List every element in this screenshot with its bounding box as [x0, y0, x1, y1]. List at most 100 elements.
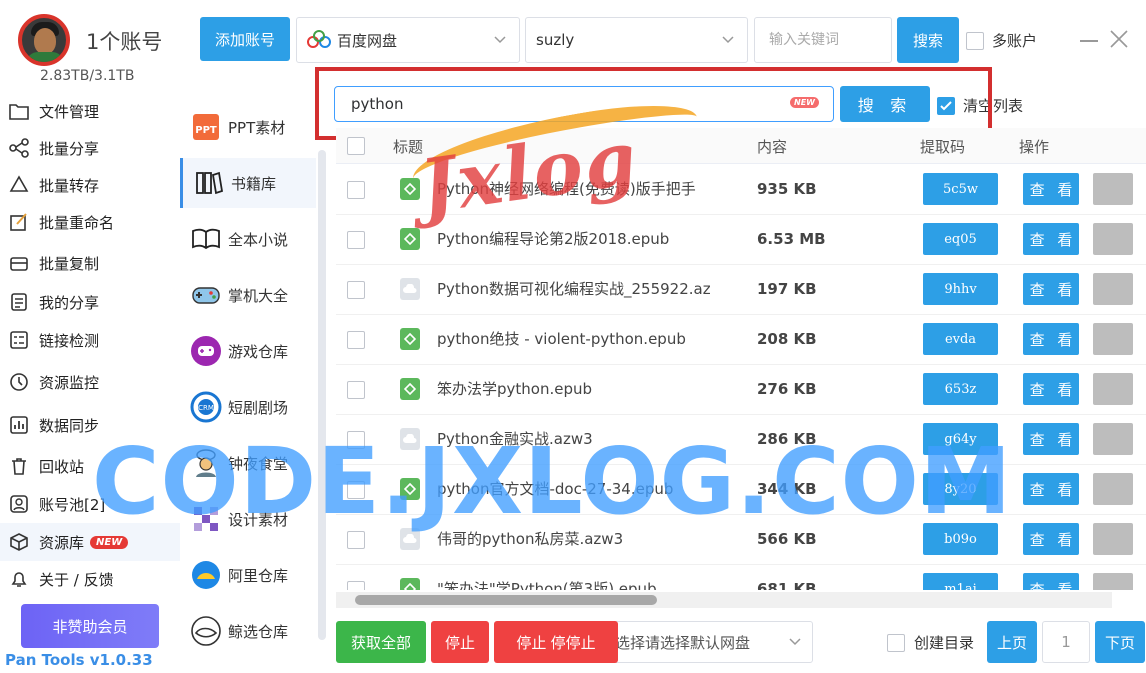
multi-account-label: 多账户	[992, 32, 1038, 50]
view-button[interactable]: 查 看	[1023, 173, 1079, 205]
table-scrollbar-thumb[interactable]	[355, 595, 657, 605]
category-books[interactable]: 书籍库	[180, 158, 316, 208]
svg-text:CRM: CRM	[198, 404, 214, 412]
sidebar-item-label: 批量转存	[39, 176, 100, 195]
vip-member-button[interactable]: 非赞助会员	[21, 604, 159, 648]
prev-page-button[interactable]: 上页	[987, 621, 1037, 663]
more-action-button[interactable]	[1093, 373, 1133, 405]
select-all-checkbox[interactable]	[347, 137, 365, 155]
sidebar-item-batch-copy[interactable]: 批量复制	[0, 244, 180, 282]
view-button[interactable]: 查 看	[1023, 373, 1079, 405]
category-game-store[interactable]: 游戏仓库	[180, 326, 316, 376]
disk-select[interactable]: 百度网盘	[296, 17, 520, 63]
extract-code[interactable]: eq05	[923, 223, 998, 255]
view-button[interactable]: 查 看	[1023, 273, 1079, 305]
row-checkbox[interactable]	[347, 181, 365, 199]
more-action-button[interactable]	[1093, 323, 1133, 355]
row-checkbox[interactable]	[347, 231, 365, 249]
extract-code[interactable]: 653z	[923, 373, 998, 405]
more-action-button[interactable]	[1093, 523, 1133, 555]
create-dir-toggle[interactable]: 创建目录	[887, 632, 974, 653]
row-checkbox[interactable]	[347, 581, 365, 590]
sidebar-item-batch-rename[interactable]: 批量重命名	[0, 203, 180, 241]
new-badge: NEW	[90, 535, 129, 549]
avatar[interactable]	[18, 14, 70, 66]
table-row[interactable]: 笨办法学python.epub 276 KB 653z 查 看	[336, 365, 1146, 415]
sidebar-item-label: 我的分享	[39, 293, 100, 312]
minimize-icon[interactable]	[1080, 40, 1098, 42]
keyword-input[interactable]	[754, 17, 892, 63]
more-action-button[interactable]	[1093, 223, 1133, 255]
table-row[interactable]: python绝技 - violent-python.epub 208 KB ev…	[336, 315, 1146, 365]
category-label: 阿里仓库	[228, 566, 289, 585]
extract-code[interactable]: m1ai	[923, 573, 998, 590]
category-novels[interactable]: 全本小说	[180, 214, 316, 264]
next-page-button[interactable]: 下页	[1095, 621, 1145, 663]
table-row[interactable]: Python数据可视化编程实战_255922.az 197 KB 9hhv 查 …	[336, 265, 1146, 315]
category-handheld[interactable]: 掌机大全	[180, 270, 316, 320]
file-size: 208 KB	[757, 330, 817, 348]
more-action-button[interactable]	[1093, 473, 1133, 505]
view-button[interactable]: 查 看	[1023, 573, 1079, 590]
extract-code[interactable]: 9hhv	[923, 273, 998, 305]
sidebar-item-resource-monitor[interactable]: 资源监控	[0, 363, 180, 401]
default-disk-placeholder: 选择请选择默认网盘	[615, 633, 751, 652]
view-button[interactable]: 查 看	[1023, 523, 1079, 555]
more-action-button[interactable]	[1093, 573, 1133, 590]
file-name: "笨办法"学Python(第3版).epub	[437, 580, 657, 590]
watermark-site: CODE.JXLOG.COM	[92, 428, 1013, 535]
sidebar-item-link-check[interactable]: 链接检测	[0, 321, 180, 359]
sidebar-item-my-share[interactable]: 我的分享	[0, 283, 180, 321]
sidebar-item-batch-transfer[interactable]: 批量转存	[0, 166, 180, 204]
category-label: 短剧剧场	[228, 398, 289, 417]
more-action-button[interactable]	[1093, 423, 1133, 455]
add-account-button[interactable]: 添加账号	[200, 17, 290, 61]
more-action-button[interactable]	[1093, 273, 1133, 305]
default-disk-select[interactable]: 选择请选择默认网盘	[612, 621, 813, 663]
multi-account-checkbox[interactable]	[966, 31, 984, 50]
sidebar-item-about-feedback[interactable]: 关于 / 反馈	[0, 560, 180, 598]
multi-account-toggle[interactable]: 多账户	[966, 30, 1037, 51]
svg-text:PPT: PPT	[195, 125, 217, 136]
category-whale[interactable]: 鲸选仓库	[180, 606, 316, 656]
epub-file-icon	[400, 578, 420, 590]
view-button[interactable]: 查 看	[1023, 473, 1079, 505]
sidebar-item-file-manage[interactable]: 文件管理	[0, 92, 180, 130]
more-action-button[interactable]	[1093, 173, 1133, 205]
row-checkbox[interactable]	[347, 381, 365, 399]
sidebar-item-label: 批量分享	[39, 139, 100, 158]
header-content: 内容	[757, 138, 788, 156]
file-name: 笨办法学python.epub	[437, 380, 593, 398]
left-sidebar: 1个账号 2.83TB/3.1TB 文件管理 批量分享 批量转存 批量重命名 批…	[0, 0, 180, 673]
view-button[interactable]: 查 看	[1023, 323, 1079, 355]
stop-button[interactable]: 停止	[431, 621, 489, 663]
resource-box-icon	[8, 531, 30, 553]
view-button[interactable]: 查 看	[1023, 223, 1079, 255]
category-scrollbar[interactable]	[318, 150, 326, 640]
table-row[interactable]: "笨办法"学Python(第3版).epub 681 KB m1ai 查 看	[336, 565, 1146, 590]
chevron-down-icon	[493, 32, 507, 50]
stop-all-button[interactable]: 停止 停停止	[494, 621, 618, 663]
cloud-file-icon	[400, 278, 420, 300]
user-select[interactable]: suzly	[525, 17, 748, 63]
category-aliyun[interactable]: 阿里仓库	[180, 550, 316, 600]
top-search-button[interactable]: 搜索	[897, 17, 959, 63]
account-count: 1个账号	[86, 30, 163, 54]
category-ppt[interactable]: PPT PPT素材	[180, 102, 316, 152]
create-dir-checkbox[interactable]	[887, 633, 905, 652]
row-checkbox[interactable]	[347, 331, 365, 349]
extract-code[interactable]: 5c5w	[923, 173, 998, 205]
category-short-drama[interactable]: CRM 短剧剧场	[180, 382, 316, 432]
row-checkbox[interactable]	[347, 281, 365, 299]
storage-usage: 2.83TB/3.1TB	[40, 68, 135, 84]
page-number-input[interactable]	[1042, 621, 1090, 663]
category-label: 鲸选仓库	[228, 622, 289, 641]
extract-code[interactable]: evda	[923, 323, 998, 355]
get-all-button[interactable]: 获取全部	[336, 621, 426, 663]
close-icon[interactable]	[1108, 28, 1130, 50]
view-button[interactable]: 查 看	[1023, 423, 1079, 455]
epub-file-icon	[400, 228, 420, 250]
file-size: 681 KB	[757, 580, 817, 590]
recycle-transfer-icon	[8, 174, 30, 196]
sidebar-item-batch-share[interactable]: 批量分享	[0, 129, 180, 167]
